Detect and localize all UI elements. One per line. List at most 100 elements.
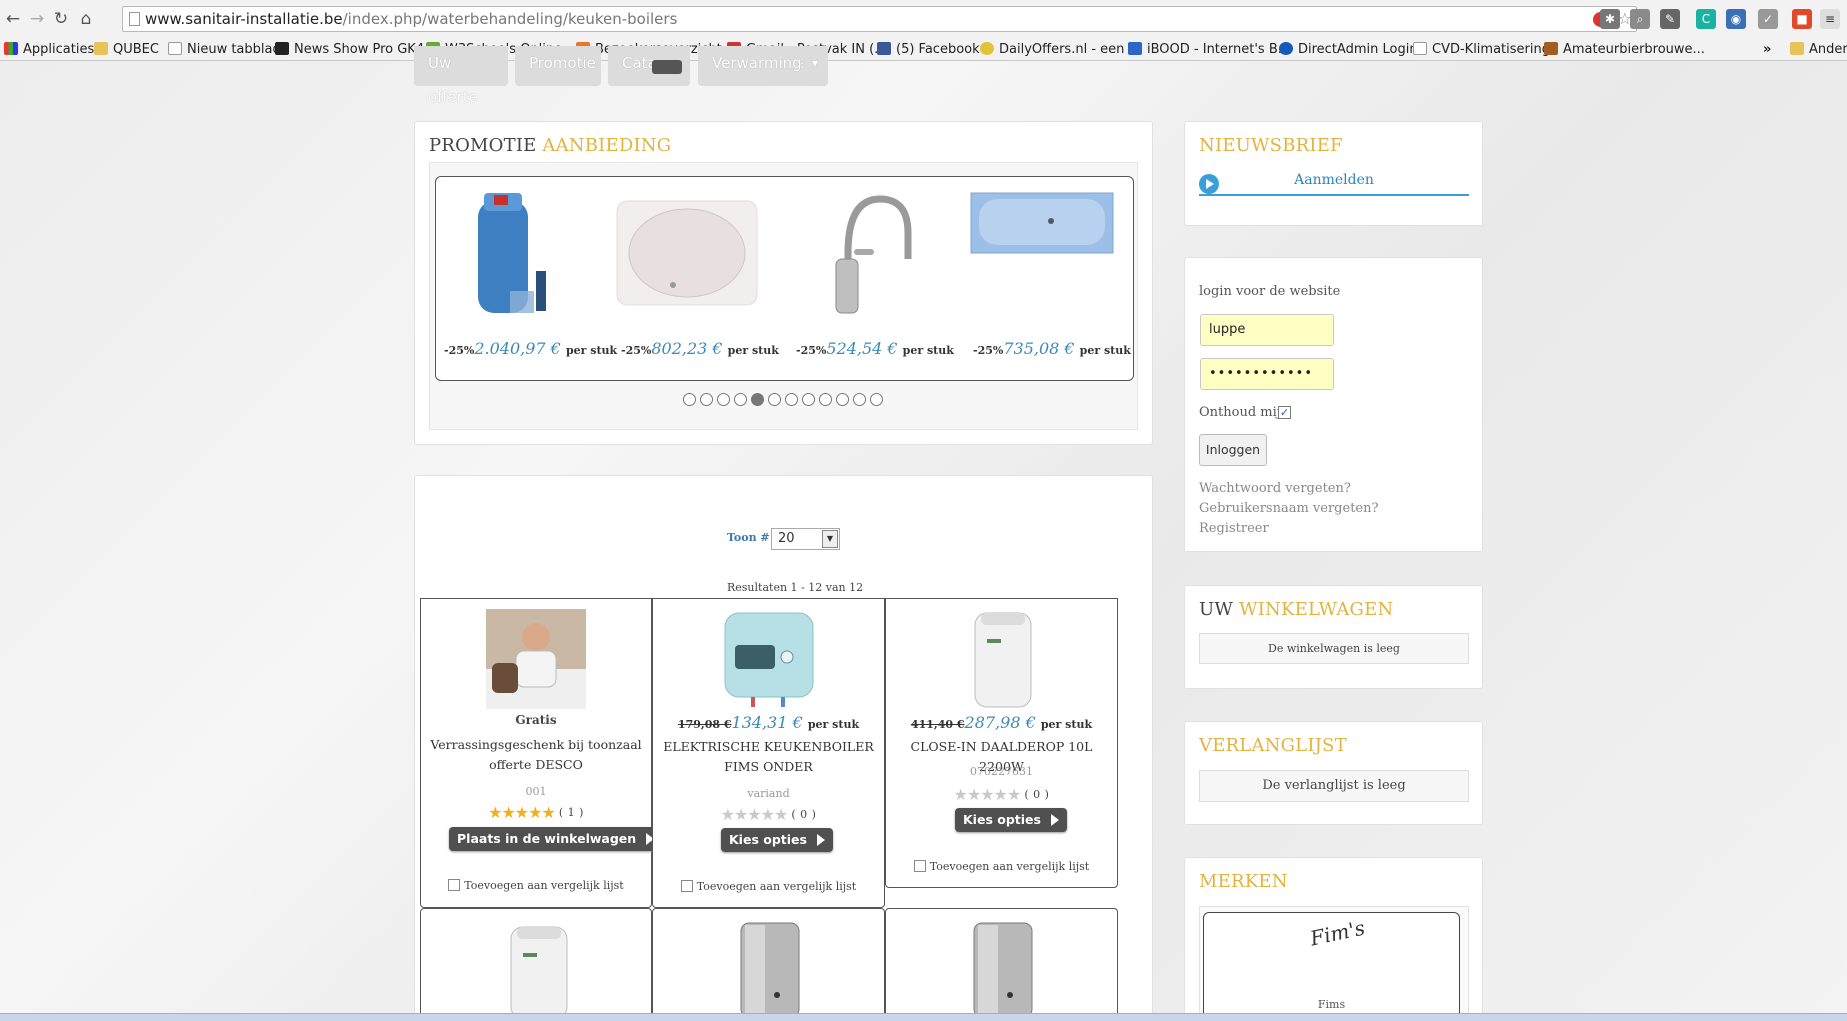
carousel-dot[interactable] [836,393,849,406]
compare-checkbox[interactable] [680,880,693,892]
carousel-dot[interactable] [768,393,781,406]
forgot-username-link[interactable]: Gebruikersnaam vergeten? [1199,501,1378,516]
chevron-down-icon: ⋮ ▾ [796,56,818,70]
product-image[interactable] [970,919,1036,1019]
add-to-cart-button[interactable]: Plaats in de winkelwagen [449,827,663,851]
product-name[interactable]: ELEKTRISCHE KEUKENBOILER FIMS ONDER [653,737,884,777]
colorful-extension-icon[interactable]: ■ [1792,9,1812,29]
page-icon [168,42,182,55]
promo-price: -25%802,23 € per stuk [621,339,779,358]
tab-promotie[interactable]: Promotie [515,46,601,86]
product-image[interactable] [507,923,571,1019]
tab-offerte[interactable]: Uw offerte [414,46,508,106]
address-toolbar: ← → ↻ ⌂ www.sanitair-installatie.be/inde… [0,0,1847,38]
check-extension-icon[interactable]: ✓ [1758,9,1778,29]
bookmark-ibood[interactable]: iBOOD - Internet's B... [1128,40,1290,59]
menu-icon[interactable]: ≡ [1820,9,1840,29]
bookmark-cvd[interactable]: CVD-Klimatisering [1413,40,1550,59]
results-count: Resultaten 1 - 12 van 12 [727,581,864,594]
promo-item[interactable]: -25%2.040,97 € per stuk [436,177,617,382]
promo-price: -25%2.040,97 € per stuk [444,339,618,358]
carousel-dot[interactable] [802,393,815,406]
water-softener-image [478,193,546,313]
overlay-icon [652,60,682,74]
product-image[interactable] [971,609,1035,709]
choose-options-button[interactable]: Kies opties [721,828,833,852]
promo-price: -25%735,08 € per stuk [973,339,1131,358]
carousel-dot[interactable] [819,393,832,406]
bookmark-other[interactable]: Andere [1790,40,1847,59]
faucet-image [835,195,912,314]
bookmark-new-tab[interactable]: Nieuw tabblad [168,40,281,59]
newsletter-signup-link[interactable]: Aanmelden [1199,172,1469,196]
product-price: 179,08 €134,31 € per stuk [677,713,860,732]
chevron-down-icon[interactable]: ▼ [822,530,838,548]
url-path: /index.php/waterbehandeling/keuken-boile… [342,10,678,28]
carousel-dot[interactable] [683,393,696,406]
compare-option[interactable]: Toevoegen aan vergelijk lijst [421,879,651,892]
compare-checkbox[interactable] [913,860,926,872]
password-field[interactable]: •••••••••••• [1200,358,1334,390]
register-link[interactable]: Registreer [1199,521,1269,536]
product-price: 411,40 €287,98 € per stuk [910,713,1093,732]
promo-item[interactable]: -25%802,23 € per stuk [611,177,781,382]
forward-icon[interactable]: → [26,8,48,30]
reload-icon[interactable]: ↻ [50,8,72,30]
carousel-dot[interactable] [785,393,798,406]
login-button[interactable]: Inloggen [1199,434,1267,466]
dropper-icon[interactable]: ✎ [1660,9,1680,29]
carousel-dot[interactable] [734,393,747,406]
username-field[interactable]: luppe [1200,314,1334,346]
taskbar [0,1013,1847,1021]
camera-icon[interactable]: ◉ [1726,9,1746,29]
search-extension-icon[interactable]: ⌕ [1630,9,1650,29]
carousel-dot[interactable] [870,393,883,406]
limit-select[interactable]: 20 ▼ [771,528,840,550]
carousel-dot[interactable] [751,393,764,406]
bookmark-bierbrouwer[interactable]: Amateurbierbrouwe... [1544,40,1705,59]
remember-checkbox[interactable]: ✓ [1278,406,1291,419]
carousel-dot[interactable] [853,393,866,406]
bookmark-apps[interactable]: Applicaties [4,40,94,59]
product-name[interactable]: Verrassingsgeschenk bij toonzaal offerte… [421,735,651,775]
puzzle-icon[interactable]: ✱ [1600,9,1620,29]
forgot-password-link[interactable]: Wachtwoord vergeten? [1199,481,1351,496]
home-icon[interactable]: ⌂ [75,8,97,30]
play-arrow-icon [816,834,825,846]
tab-verwarming[interactable]: Verwarming ⋮ ▾ [698,46,828,86]
compare-option[interactable]: Toevoegen aan vergelijk lijst [653,880,884,893]
bookmark-dailyoffers[interactable]: DailyOffers.nl - een ... [980,40,1141,59]
compare-checkbox[interactable] [448,879,461,891]
browser-chrome: ← → ↻ ⌂ www.sanitair-installatie.be/inde… [0,0,1847,61]
promo-item[interactable]: -25%735,08 € per stuk [961,177,1135,382]
promo-item[interactable]: -25%524,54 € per stuk [786,177,956,382]
beer-icon [1544,42,1558,55]
url-bar[interactable]: www.sanitair-installatie.be/index.php/wa… [122,6,1637,32]
product-image[interactable] [721,609,817,709]
compare-option[interactable]: Toevoegen aan vergelijk lijst [886,860,1117,873]
back-icon[interactable]: ← [2,8,24,30]
gk-icon [275,42,289,55]
star-icon: ★★★★★ [953,785,1022,804]
login-heading: login voor de website [1199,284,1341,299]
c-extension-icon[interactable]: C [1696,9,1716,29]
bookmark-news-show[interactable]: News Show Pro GK4... [275,40,437,59]
brand-card[interactable]: Fim's Fims [1203,912,1460,1021]
apps-icon [4,42,18,55]
product-card: 179,08 €134,31 € per stuk ELEKTRISCHE KE… [652,598,885,908]
rating-stars: ★★★★★( 0 ) [953,785,1050,804]
star-icon: ★★★★★ [720,805,789,824]
carousel-dot[interactable] [700,393,713,406]
choose-options-button[interactable]: Kies opties [955,808,1067,832]
bookmark-qubec[interactable]: QUBEC [94,40,159,59]
product-image[interactable] [486,609,586,709]
cart-title: UW WINKELWAGEN [1199,599,1394,620]
product-image[interactable] [737,919,803,1019]
wishlist-title: VERLANGLIJST [1199,735,1347,756]
tab-catalogus[interactable]: Cata [608,46,690,86]
bookmark-facebook[interactable]: (5) Facebook [877,40,980,59]
bookmark-directadmin[interactable]: DirectAdmin Login [1279,40,1418,59]
bookmarks-overflow[interactable]: » [1763,40,1771,59]
carousel-dot[interactable] [717,393,730,406]
page-icon [129,12,140,26]
